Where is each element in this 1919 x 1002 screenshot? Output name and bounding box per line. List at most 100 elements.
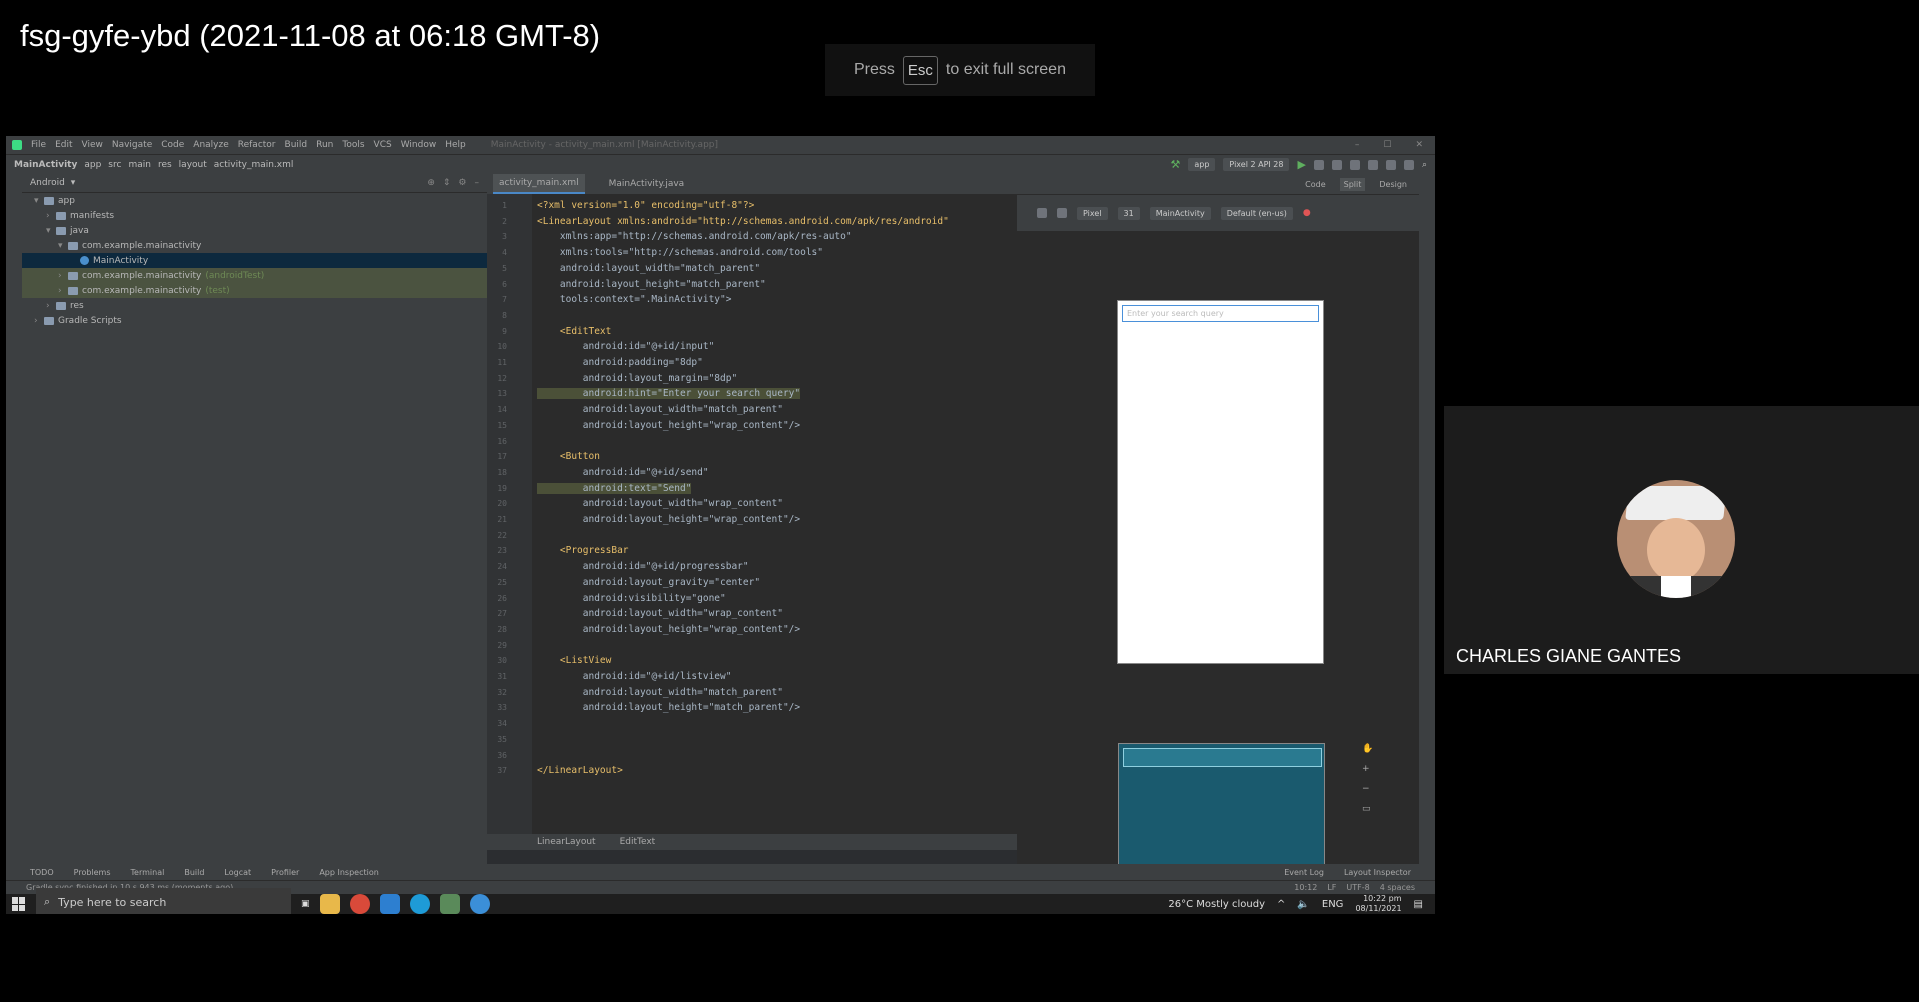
zoom-in-icon[interactable]: + bbox=[1362, 764, 1373, 774]
editor-crumb-linearlayout[interactable]: LinearLayout bbox=[537, 837, 596, 847]
tree-arrow-icon[interactable]: › bbox=[46, 301, 56, 311]
tree-arrow-icon[interactable]: ▾ bbox=[58, 241, 68, 251]
code-line[interactable]: 22 bbox=[487, 528, 1017, 544]
menu-build[interactable]: Build bbox=[285, 140, 308, 150]
weather-label[interactable]: 26°C Mostly cloudy bbox=[1168, 899, 1265, 910]
locale-dropdown[interactable]: Default (en-us) bbox=[1220, 206, 1293, 220]
code-editor[interactable]: 1 <?xml version="1.0" encoding="utf-8"?> 2… bbox=[487, 194, 1017, 834]
code-line[interactable]: 32 android:layout_width="match_parent" bbox=[487, 685, 1017, 701]
menu-refactor[interactable]: Refactor bbox=[238, 140, 276, 150]
split-mode-button[interactable]: Split bbox=[1339, 177, 1366, 191]
code-line[interactable]: 37 </LinearLayout> bbox=[487, 763, 1017, 779]
zoom-app-icon[interactable] bbox=[469, 894, 490, 914]
code-line[interactable]: 20 android:layout_width="wrap_content" bbox=[487, 496, 1017, 512]
code-line[interactable]: 21 android:layout_height="wrap_content"/… bbox=[487, 512, 1017, 528]
sdk-manager-icon[interactable] bbox=[1403, 159, 1414, 170]
code-line[interactable]: 28 android:layout_height="wrap_content"/… bbox=[487, 622, 1017, 638]
language-indicator[interactable]: ENG bbox=[1322, 899, 1344, 910]
code-line[interactable]: 2 <LinearLayout xmlns:android="http://sch… bbox=[487, 214, 1017, 230]
project-view-dropdown[interactable]: Android bbox=[30, 178, 65, 188]
code-line[interactable]: 25 android:layout_gravity="center" bbox=[487, 575, 1017, 591]
indent-setting[interactable]: 4 spaces bbox=[1380, 883, 1415, 892]
code-line[interactable]: 16 bbox=[487, 434, 1017, 450]
locate-icon[interactable]: ⊕ bbox=[427, 178, 435, 188]
pan-icon[interactable]: ✋ bbox=[1362, 744, 1373, 754]
code-line[interactable]: 4 xmlns:tools="http://schemas.android.co… bbox=[487, 245, 1017, 261]
code-line[interactable]: 6 android:layout_height="match_parent" bbox=[487, 277, 1017, 293]
code-mode-button[interactable]: Code bbox=[1301, 178, 1329, 191]
tree-item[interactable]: › manifests bbox=[22, 208, 487, 223]
menu-view[interactable]: View bbox=[82, 140, 103, 150]
run-config-dropdown[interactable]: app bbox=[1188, 158, 1216, 171]
design-mode-button[interactable]: Design bbox=[1375, 178, 1411, 191]
blueprint-edittext[interactable] bbox=[1123, 748, 1322, 767]
code-line[interactable]: 26 android:visibility="gone" bbox=[487, 591, 1017, 607]
breadcrumb-src[interactable]: src bbox=[108, 160, 121, 170]
tab-activity-main[interactable]: activity_main.xml bbox=[493, 174, 585, 194]
android-studio-taskbar-icon[interactable] bbox=[439, 894, 460, 914]
orientation-icon[interactable] bbox=[1057, 208, 1067, 218]
code-line[interactable]: 13 android:hint="Enter your search query… bbox=[487, 386, 1017, 402]
design-preview[interactable]: Enter your search query bbox=[1117, 300, 1324, 664]
theme-dropdown[interactable]: MainActivity bbox=[1149, 206, 1211, 220]
task-view-icon[interactable]: ▣ bbox=[301, 899, 310, 909]
tree-arrow-icon[interactable]: › bbox=[34, 316, 44, 326]
api-level-dropdown[interactable]: 31 bbox=[1117, 206, 1140, 220]
code-line[interactable]: 11 android:padding="8dp" bbox=[487, 355, 1017, 371]
tree-arrow-icon[interactable]: › bbox=[46, 211, 56, 221]
code-line[interactable]: 30 <ListView bbox=[487, 653, 1017, 669]
error-icon[interactable]: ● bbox=[1303, 208, 1311, 218]
tree-arrow-icon[interactable]: › bbox=[58, 271, 68, 281]
zoom-fit-icon[interactable]: ▭ bbox=[1362, 804, 1373, 814]
file-encoding[interactable]: UTF-8 bbox=[1346, 883, 1369, 892]
tool-problems[interactable]: Problems bbox=[74, 868, 111, 877]
preview-edittext[interactable]: Enter your search query bbox=[1122, 305, 1319, 322]
breadcrumb-res[interactable]: res bbox=[158, 160, 172, 170]
chevron-down-icon[interactable]: ▾ bbox=[71, 178, 76, 188]
code-line[interactable]: 9 <EditText bbox=[487, 324, 1017, 340]
code-line[interactable]: 31 android:id="@+id/listview" bbox=[487, 669, 1017, 685]
blueprint-icon[interactable] bbox=[1037, 208, 1047, 218]
stop-icon[interactable] bbox=[1349, 159, 1360, 170]
taskbar-search[interactable]: ⌕ Type here to search bbox=[36, 888, 291, 914]
preview-device-dropdown[interactable]: Pixel bbox=[1077, 206, 1108, 220]
close-icon[interactable]: ✕ bbox=[1415, 140, 1423, 150]
code-line[interactable]: 33 android:layout_height="match_parent"/… bbox=[487, 700, 1017, 716]
edge-icon[interactable] bbox=[409, 894, 430, 914]
tree-item[interactable]: ▾ com.example.mainactivity bbox=[22, 238, 487, 253]
sync-icon[interactable] bbox=[1367, 159, 1378, 170]
code-line[interactable]: 23 <ProgressBar bbox=[487, 543, 1017, 559]
cursor-position[interactable]: 10:12 bbox=[1294, 883, 1317, 892]
tree-arrow-icon[interactable]: ▾ bbox=[34, 196, 44, 206]
tree-arrow-icon[interactable]: › bbox=[58, 286, 68, 296]
line-separator[interactable]: LF bbox=[1327, 883, 1336, 892]
menu-edit[interactable]: Edit bbox=[55, 140, 72, 150]
zoom-out-icon[interactable]: − bbox=[1362, 784, 1373, 794]
avd-manager-icon[interactable] bbox=[1385, 159, 1396, 170]
tool-logcat[interactable]: Logcat bbox=[224, 868, 251, 877]
notification-icon[interactable]: ▤ bbox=[1414, 899, 1423, 910]
code-line[interactable]: 8 bbox=[487, 308, 1017, 324]
minimize-icon[interactable]: – bbox=[1355, 140, 1360, 150]
tab-main-activity-java[interactable]: MainActivity.java bbox=[603, 175, 691, 193]
tree-item[interactable]: MainActivity bbox=[22, 253, 487, 268]
hide-icon[interactable]: – bbox=[475, 178, 480, 188]
menu-analyze[interactable]: Analyze bbox=[193, 140, 228, 150]
tool-layout-inspector[interactable]: Layout Inspector bbox=[1344, 868, 1411, 877]
tree-item[interactable]: ▾ app bbox=[22, 193, 487, 208]
gear-icon[interactable]: ⚙ bbox=[458, 178, 466, 188]
menu-tools[interactable]: Tools bbox=[342, 140, 364, 150]
menu-file[interactable]: File bbox=[31, 140, 46, 150]
debug-icon[interactable] bbox=[1313, 159, 1324, 170]
code-line[interactable]: 15 android:layout_height="wrap_content"/… bbox=[487, 418, 1017, 434]
participant-tile[interactable]: CHARLES GIANE GANTES bbox=[1444, 406, 1919, 674]
tree-item[interactable]: ▾ java bbox=[22, 223, 487, 238]
tool-event-log[interactable]: Event Log bbox=[1284, 868, 1324, 877]
profile-icon[interactable] bbox=[1331, 159, 1342, 170]
breadcrumb-app[interactable]: app bbox=[84, 160, 101, 170]
vscode-icon[interactable] bbox=[379, 894, 400, 914]
windows-start-icon[interactable] bbox=[12, 897, 26, 911]
code-line[interactable]: 10 android:id="@+id/input" bbox=[487, 339, 1017, 355]
tool-todo[interactable]: TODO bbox=[30, 868, 54, 877]
code-line[interactable]: 19 android:text="Send" bbox=[487, 481, 1017, 497]
